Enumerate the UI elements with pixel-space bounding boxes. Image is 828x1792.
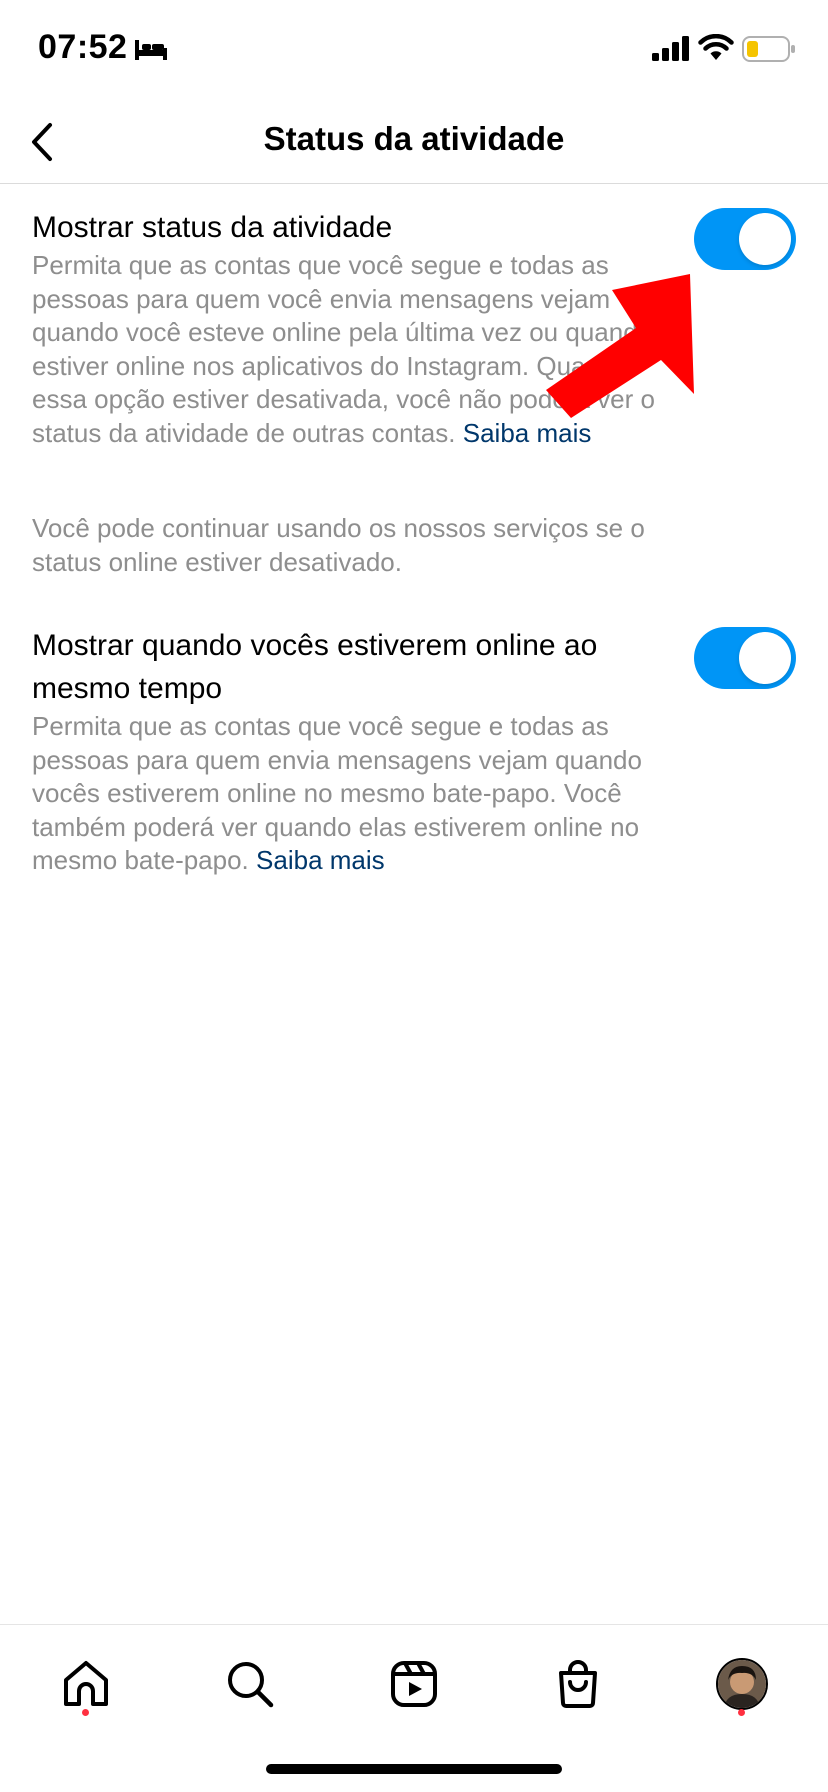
nav-shop[interactable] bbox=[543, 1649, 613, 1719]
activity-status-screen: 07:52 Status da atividade Mostrar status… bbox=[0, 0, 828, 1792]
setting-title: Mostrar quando vocês estiverem online ao… bbox=[32, 629, 598, 705]
profile-avatar bbox=[716, 1658, 768, 1710]
learn-more-link[interactable]: Saiba mais bbox=[256, 845, 385, 875]
profile-notification-dot bbox=[738, 1709, 745, 1716]
wifi-icon bbox=[698, 34, 734, 60]
annotation-arrow-icon bbox=[546, 274, 694, 418]
info-note: Você pode continuar usando os nossos ser… bbox=[32, 513, 645, 577]
page-title: Status da atividade bbox=[263, 120, 565, 157]
page-header: Status da atividade bbox=[0, 100, 828, 184]
status-time: 07:52 bbox=[38, 28, 128, 66]
nav-search[interactable] bbox=[215, 1649, 285, 1719]
setting-online-same-time: Mostrar quando vocês estiverem online ao… bbox=[32, 624, 660, 878]
nav-reels[interactable] bbox=[379, 1649, 449, 1719]
online-same-time-toggle[interactable] bbox=[694, 627, 796, 689]
battery-icon bbox=[742, 36, 795, 62]
search-icon bbox=[228, 1662, 274, 1708]
signal-icon bbox=[652, 36, 689, 61]
activity-status-toggle[interactable] bbox=[694, 208, 796, 270]
shop-icon bbox=[559, 1660, 597, 1708]
bed-icon bbox=[135, 40, 167, 60]
toggle-knob bbox=[739, 632, 791, 684]
setting-description: Permita que as contas que você segue e t… bbox=[32, 710, 660, 878]
home-indicator bbox=[266, 1764, 562, 1774]
toggle-knob bbox=[739, 213, 791, 265]
status-bar: 07:52 bbox=[0, 0, 828, 100]
home-icon bbox=[64, 1661, 108, 1706]
reels-icon bbox=[391, 1661, 437, 1707]
home-notification-dot bbox=[82, 1709, 89, 1716]
learn-more-link[interactable]: Saiba mais bbox=[463, 418, 592, 448]
